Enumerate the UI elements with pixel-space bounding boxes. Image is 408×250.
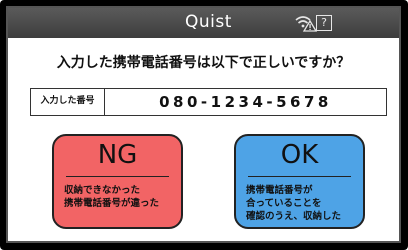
ng-button-divider <box>66 176 169 177</box>
ng-button[interactable]: NG 収納できなかった 携帯電話番号が違った <box>52 134 183 229</box>
phone-number-value: 080-1234-5678 <box>159 93 332 111</box>
wifi-warning-icon <box>295 14 318 32</box>
ok-button[interactable]: OK 携帯電話番号が 合っていることを 確認のうえ、収納した <box>234 134 365 229</box>
brand-title: Quist <box>185 12 232 32</box>
phone-number-label: 入力した番号 <box>31 89 105 115</box>
help-icon[interactable]: ? <box>316 15 332 31</box>
header-bar: Quist ? <box>8 8 399 38</box>
ok-button-title: OK <box>280 140 319 170</box>
ng-button-title: NG <box>97 140 138 170</box>
screen: Quist ? 入力した携帯電話番号は以下で正しいですか？ 入力した番号 080… <box>6 6 401 243</box>
device-frame: Quist ? 入力した携帯電話番号は以下で正しいですか？ 入力した番号 080… <box>0 0 408 250</box>
confirm-question: 入力した携帯電話番号は以下で正しいですか？ <box>56 55 351 71</box>
ng-button-description: 収納できなかった 携帯電話番号が違った <box>64 185 160 209</box>
ok-button-description: 携帯電話番号が 合っていることを 確認のうえ、収納した <box>246 185 342 222</box>
ok-button-divider <box>248 176 351 177</box>
phone-number-display: 入力した番号 080-1234-5678 <box>30 88 387 116</box>
